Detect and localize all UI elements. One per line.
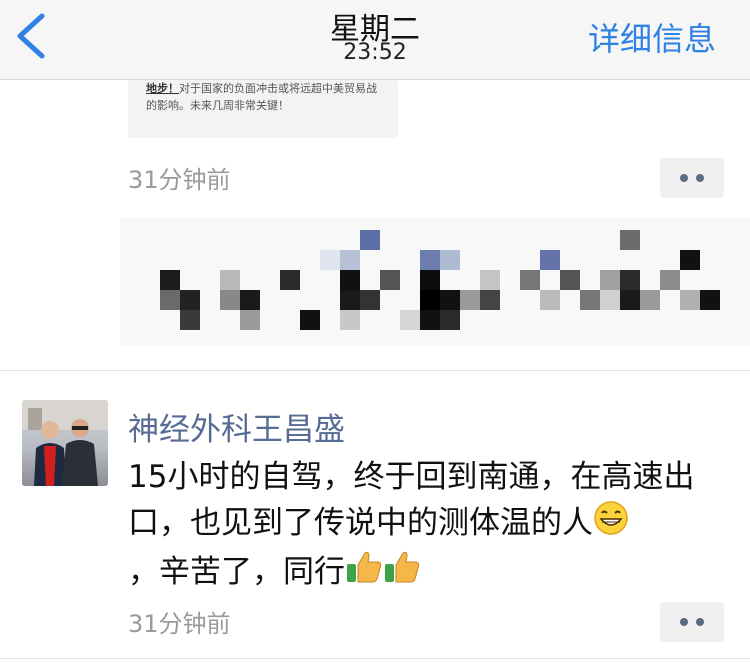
post-timestamp: 31分钟前 (128, 610, 231, 638)
mosaic-block (460, 290, 480, 310)
details-button[interactable]: 详细信息 (588, 14, 716, 60)
mosaic-block (180, 310, 200, 330)
mosaic-block (540, 290, 560, 310)
mosaic-block (480, 270, 500, 290)
mosaic-block (420, 270, 440, 290)
thumbs-up-icon (383, 549, 421, 598)
mosaic-block (160, 270, 180, 290)
mosaic-block (680, 250, 700, 270)
mosaic-block (300, 310, 320, 330)
mosaic-block (340, 290, 360, 310)
shared-article-bold: 地步！ (146, 82, 179, 95)
mosaic-block (280, 270, 300, 290)
more-dot-icon (680, 618, 688, 626)
mosaic-block (360, 290, 380, 310)
thumbs-up-icon (345, 549, 383, 598)
mosaic-block (440, 250, 460, 270)
mosaic-block (340, 270, 360, 290)
avatar[interactable] (22, 400, 108, 486)
mosaic-block (520, 270, 540, 290)
mosaic-block (360, 230, 380, 250)
more-dot-icon (696, 618, 704, 626)
mosaic-block (180, 290, 200, 310)
post-text: 15小时的自驾，终于回到南通，在高速出口，也见到了传说中的测体温的人 ，辛苦了，同… (128, 454, 728, 598)
divider (0, 658, 750, 659)
nav-bar: 星期二 23:52 详细信息 (0, 0, 750, 80)
mosaic-block (400, 310, 420, 330)
mosaic-block (680, 290, 700, 310)
grinning-face-icon (593, 500, 629, 549)
mosaic-block (220, 270, 240, 290)
mosaic-block (340, 310, 360, 330)
mosaic-block (320, 250, 340, 270)
mosaic-block (380, 270, 400, 290)
mosaic-block (240, 310, 260, 330)
mosaic-block (600, 290, 620, 310)
mosaic-block (640, 290, 660, 310)
mosaic-block (420, 250, 440, 270)
mosaic-block (580, 290, 600, 310)
more-dot-icon (696, 174, 704, 182)
mosaic-block (660, 270, 680, 290)
mosaic-block (240, 290, 260, 310)
shared-article-body: 对于国家的负面冲击或将远超中美贸易战的影响。未来几周非常关键！ (146, 82, 377, 112)
post-timestamp: 31分钟前 (128, 166, 231, 194)
post-author-name[interactable]: 神经外科王昌盛 (128, 404, 345, 449)
post-text-part2: ，辛苦了，同行 (128, 554, 345, 590)
mosaic-block (560, 270, 580, 290)
mosaic-block (160, 290, 180, 310)
mosaic-block (340, 250, 360, 270)
mosaic-block (420, 310, 440, 330)
shared-article-card[interactable]: 地步！对于国家的负面冲击或将远超中美贸易战的影响。未来几周非常关键！ (128, 80, 398, 138)
more-dot-icon (680, 174, 688, 182)
mosaic-block (220, 290, 240, 310)
mosaic-block (540, 250, 560, 270)
mosaic-block (600, 270, 620, 290)
shared-article-text: 地步！对于国家的负面冲击或将远超中美贸易战的影响。未来几周非常关键！ (146, 80, 384, 114)
more-options-button[interactable] (660, 602, 724, 642)
mosaic-block (620, 270, 640, 290)
avatar-photo (22, 400, 108, 486)
pixelated-content (120, 218, 750, 346)
divider (0, 370, 750, 371)
mosaic-block (620, 290, 640, 310)
mosaic-block (480, 290, 500, 310)
mosaic-block (700, 290, 720, 310)
mosaic-block (440, 290, 460, 310)
more-options-button[interactable] (660, 158, 724, 198)
mosaic-block (420, 290, 440, 310)
mosaic-block (440, 310, 460, 330)
mosaic-block (620, 230, 640, 250)
